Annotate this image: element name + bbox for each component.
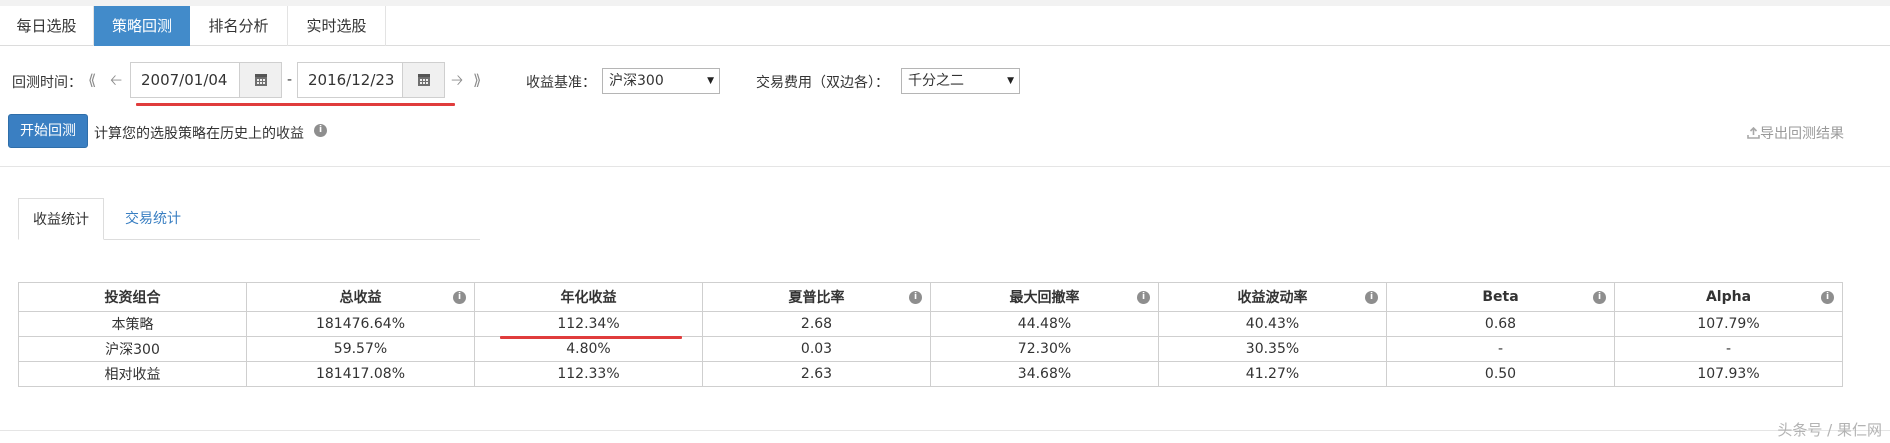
info-icon[interactable]: i [909,291,922,304]
table-cell: 112.33% [474,361,703,387]
tab-strategy-backtest[interactable]: 策略回测 [94,6,190,46]
table-cell: 0.68 [1386,311,1615,337]
tab-realtime-picks[interactable]: 实时选股 [288,6,386,46]
header-volatility: 收益波动率 i [1158,282,1387,312]
table-cell: 0.50 [1386,361,1615,387]
backtest-time-label: 回测时间： [12,75,82,91]
table-cell: 181417.08% [246,361,475,387]
table-row: 沪深300 59.57% 4.80% 0.03 72.30% 30.35% - … [18,336,1843,362]
arrow-left-icon[interactable]: 🡠 [110,72,122,88]
header-annual-return: 年化收益 [474,282,703,312]
table-cell: 59.57% [246,336,475,362]
table-cell: 112.34% [474,311,703,337]
table-cell: 40.43% [1158,311,1387,337]
header-max-drawdown: 最大回撤率 i [930,282,1159,312]
bottom-divider [0,430,1890,431]
tab-daily-picks[interactable]: 每日选股 [0,6,94,46]
fee-label: 交易费用（双边各）： [756,75,889,91]
start-date-value: 2007/01/04 [141,71,228,89]
header-beta: Beta i [1386,282,1615,312]
watermark: 头条号 / 果仁网 [1777,421,1882,439]
chevron-down-icon: ▼ [1007,76,1014,86]
table-header-row: 投资组合 总收益 i 年化收益 夏普比率 i 最大回撤率 i 收益波动率 i Beta i… [18,282,1843,312]
section-divider [0,166,1890,167]
table-cell: 72.30% [930,336,1159,362]
info-icon[interactable]: i [1821,291,1834,304]
end-date-value: 2016/12/23 [308,71,395,89]
table-cell: 4.80% [474,336,703,362]
highlight-underline [500,336,682,339]
calendar-icon[interactable] [239,63,281,97]
table-cell: - [1386,336,1615,362]
arrow-right-icon[interactable]: 🡢 [451,72,463,88]
info-icon[interactable]: i [1365,291,1378,304]
table-cell: 34.68% [930,361,1159,387]
benchmark-label: 收益基准： [526,75,596,91]
table-cell: 2.63 [702,361,931,387]
date-separator: - [287,72,293,88]
info-icon[interactable]: i [1593,291,1606,304]
table-cell: 沪深300 [18,336,247,362]
benchmark-value: 沪深300 [609,73,664,89]
header-total-return: 总收益 i [246,282,475,312]
tab-ranking-analysis[interactable]: 排名分析 [190,6,288,46]
info-icon[interactable]: i [314,124,327,137]
header-portfolio: 投资组合 [18,282,247,312]
tab-return-stats[interactable]: 收益统计 [18,198,104,240]
header-alpha: Alpha i [1614,282,1843,312]
export-icon [1747,126,1760,139]
chevron-down-icon: ▼ [707,76,714,86]
table-row: 本策略 181476.64% 112.34% 2.68 44.48% 40.43… [18,311,1843,337]
stats-tabs: 收益统计 交易统计 [18,198,480,240]
start-backtest-button[interactable]: 开始回测 [8,114,88,148]
export-label: 导出回测结果 [1760,126,1844,142]
table-cell: 181476.64% [246,311,475,337]
table-cell: - [1614,336,1843,362]
table-cell: 30.35% [1158,336,1387,362]
first-page-icon[interactable]: ⟪ [88,72,96,88]
return-stats-table: 投资组合 总收益 i 年化收益 夏普比率 i 最大回撤率 i 收益波动率 i Beta i… [18,282,1843,387]
main-nav-tabs: 每日选股 策略回测 排名分析 实时选股 [0,6,1890,46]
fee-select[interactable]: 千分之二 ▼ [901,68,1020,94]
header-sharpe-ratio: 夏普比率 i [702,282,931,312]
benchmark-select[interactable]: 沪深300 ▼ [602,68,720,94]
start-date-field[interactable]: 2007/01/04 [130,62,282,98]
table-cell: 107.79% [1614,311,1843,337]
table-cell: 0.03 [702,336,931,362]
export-results-link[interactable]: 导出回测结果 [1747,123,1844,143]
backtest-description: 计算您的选股策略在历史上的收益 [94,126,304,142]
tab-trade-stats[interactable]: 交易统计 [106,198,200,240]
table-cell: 本策略 [18,311,247,337]
fee-value: 千分之二 [908,73,964,89]
highlight-underline [136,103,455,106]
table-cell: 相对收益 [18,361,247,387]
info-icon[interactable]: i [453,291,466,304]
last-page-icon[interactable]: ⟫ [473,72,481,88]
table-cell: 41.27% [1158,361,1387,387]
table-cell: 107.93% [1614,361,1843,387]
info-icon[interactable]: i [1137,291,1150,304]
calendar-icon[interactable] [402,63,444,97]
table-cell: 2.68 [702,311,931,337]
end-date-field[interactable]: 2016/12/23 [297,62,445,98]
table-cell: 44.48% [930,311,1159,337]
table-row: 相对收益 181417.08% 112.33% 2.63 34.68% 41.2… [18,361,1843,387]
